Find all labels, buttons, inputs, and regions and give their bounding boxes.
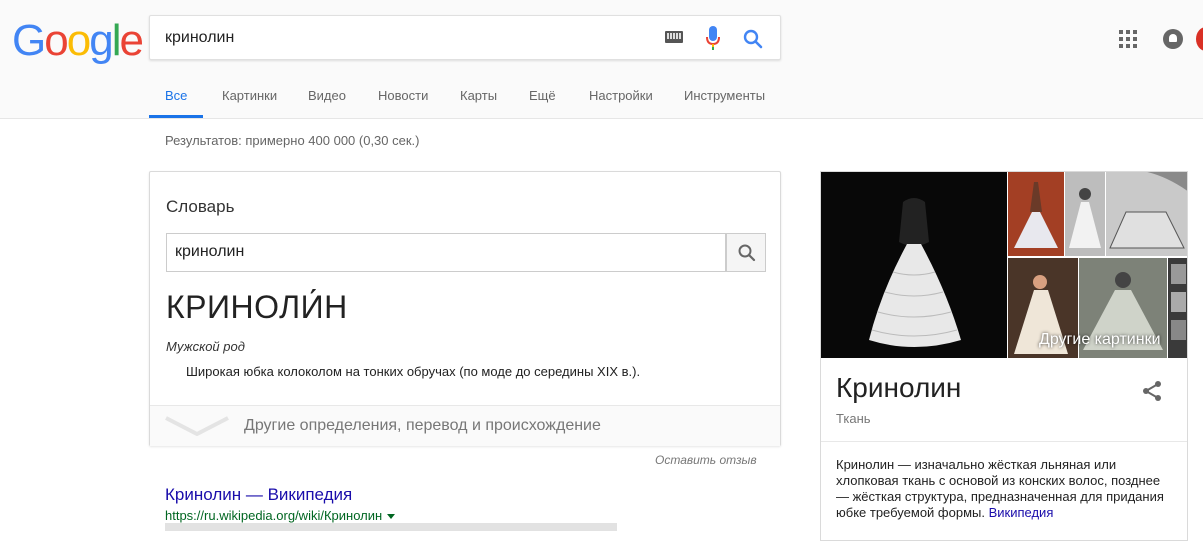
dictionary-search-input[interactable]: кринолин bbox=[166, 233, 726, 272]
dictionary-title: Словарь bbox=[166, 197, 235, 216]
notifications-icon[interactable] bbox=[1163, 29, 1183, 49]
thumbnail-2-image bbox=[1065, 172, 1105, 256]
tab-video[interactable]: Видео bbox=[308, 88, 346, 103]
thumbnail-6-image bbox=[1168, 258, 1187, 358]
dictionary-more-toggle[interactable]: Другие определения, перевод и происхожде… bbox=[150, 406, 780, 446]
search-icon bbox=[738, 244, 756, 262]
logo-letter: g bbox=[89, 16, 114, 65]
main-crinoline-image[interactable] bbox=[821, 172, 1007, 358]
result-url-text: https://ru.wikipedia.org/wiki/Кринолин bbox=[165, 508, 383, 523]
microphone-icon[interactable] bbox=[706, 26, 720, 50]
dictionary-more-label: Другие определения, перевод и происхожде… bbox=[244, 417, 601, 434]
wikipedia-source-link[interactable]: Википедия bbox=[989, 505, 1054, 520]
thumbnail-1[interactable] bbox=[1008, 172, 1064, 256]
dictionary-search-button[interactable] bbox=[726, 233, 766, 272]
tab-maps[interactable]: Карты bbox=[460, 88, 497, 103]
dictionary-card: Словарь кринолин КРИНОЛИ́Н Мужской род Ш… bbox=[149, 171, 781, 446]
apps-grid-icon[interactable] bbox=[1119, 30, 1137, 48]
chevron-down-icon bbox=[165, 416, 229, 436]
entity-name: Кринолин bbox=[836, 372, 962, 403]
logo-letter: e bbox=[119, 16, 144, 65]
thumbnail-3[interactable] bbox=[1106, 172, 1187, 256]
entity-type: Ткань bbox=[836, 411, 871, 426]
logo-letter: o bbox=[44, 16, 69, 65]
tab-images[interactable]: Картинки bbox=[222, 88, 277, 103]
crinoline-image bbox=[821, 172, 1007, 358]
account-avatar[interactable] bbox=[1196, 27, 1203, 51]
active-tab-indicator bbox=[149, 115, 203, 118]
dictionary-gender: Мужской род bbox=[166, 339, 245, 354]
knowledge-panel: Другие картинки Кринолин Ткань Кринолин … bbox=[820, 171, 1188, 541]
result-url[interactable]: https://ru.wikipedia.org/wiki/Кринолин bbox=[165, 508, 396, 523]
divider bbox=[821, 441, 1187, 442]
feedback-link[interactable]: Оставить отзыв bbox=[655, 453, 757, 467]
entity-description: Кринолин — изначально жёсткая льняная ил… bbox=[836, 457, 1176, 521]
keyboard-icon[interactable] bbox=[665, 31, 683, 43]
search-icon[interactable] bbox=[742, 28, 764, 50]
caret-down-icon[interactable] bbox=[387, 514, 396, 520]
dictionary-definition: Широкая юбка колоколом на тонких обручах… bbox=[186, 364, 641, 379]
header-bar: Google кринолин Все Картинки Видео Новос… bbox=[0, 0, 1203, 119]
tab-all[interactable]: Все bbox=[165, 88, 187, 103]
search-box[interactable]: кринолин bbox=[149, 15, 781, 60]
thumbnail-1-image bbox=[1008, 172, 1064, 256]
thumbnail-6[interactable] bbox=[1168, 258, 1187, 358]
search-input[interactable]: кринолин bbox=[165, 29, 234, 47]
tab-settings[interactable]: Настройки bbox=[589, 88, 653, 103]
results-count: Результатов: примерно 400 000 (0,30 сек.… bbox=[165, 133, 420, 148]
dictionary-input-value[interactable]: кринолин bbox=[175, 243, 244, 261]
google-logo[interactable]: Google bbox=[12, 16, 144, 65]
tab-tools[interactable]: Инструменты bbox=[684, 88, 765, 103]
result-title-link[interactable]: Кринолин — Википедия bbox=[165, 485, 352, 505]
dictionary-headword: КРИНОЛИ́Н bbox=[166, 289, 348, 325]
share-icon[interactable] bbox=[1140, 379, 1164, 403]
thumbnail-3-image bbox=[1106, 172, 1187, 256]
more-images-link[interactable]: Другие картинки bbox=[1039, 331, 1161, 349]
thumbnail-2[interactable] bbox=[1065, 172, 1105, 256]
logo-letter: G bbox=[12, 16, 46, 65]
tab-news[interactable]: Новости bbox=[378, 88, 428, 103]
logo-letter: o bbox=[66, 16, 92, 65]
tab-more[interactable]: Ещё bbox=[529, 88, 556, 103]
